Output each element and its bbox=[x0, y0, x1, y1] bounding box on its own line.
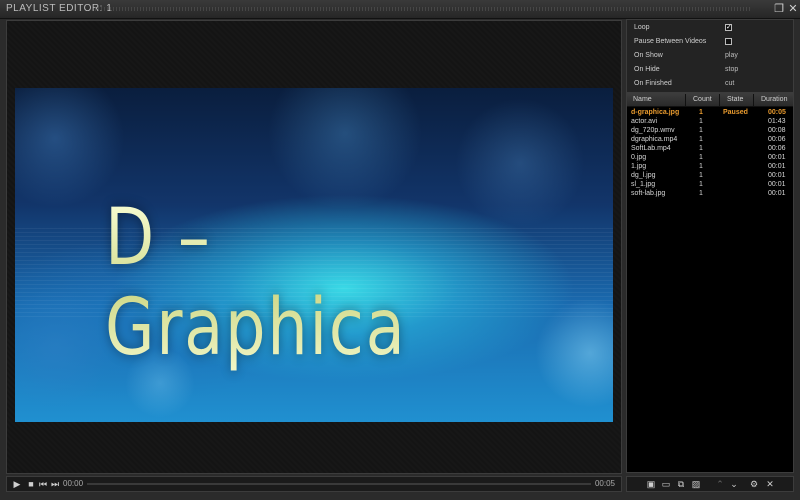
move-up-icon[interactable]: ⌃ bbox=[714, 478, 726, 490]
remove-icon[interactable]: ✕ bbox=[764, 478, 776, 490]
add-clip-icon[interactable]: ▣ bbox=[645, 478, 657, 490]
video-preview: D – Graphica bbox=[15, 88, 613, 422]
playlist-cell-count: 1 bbox=[699, 109, 703, 116]
playlist-cell-name: d-graphica.jpg bbox=[631, 109, 680, 116]
add-image-icon[interactable]: ▨ bbox=[690, 478, 702, 490]
playlist-cell-duration: 01:43 bbox=[768, 118, 786, 125]
playlist-row[interactable]: actor.avi 1 01:43 bbox=[627, 118, 793, 126]
property-label: On Show bbox=[634, 52, 663, 59]
playlist-cell-count: 1 bbox=[699, 172, 703, 179]
property-label: On Hide bbox=[634, 66, 660, 73]
playlist-cell-duration: 00:05 bbox=[768, 109, 786, 116]
property-label: On Finished bbox=[634, 80, 672, 87]
settings-icon[interactable]: ⚙ bbox=[748, 478, 760, 490]
on-finished-value[interactable]: cut bbox=[725, 80, 734, 87]
restore-icon[interactable]: ❐ bbox=[772, 2, 786, 16]
column-count[interactable]: Count bbox=[693, 96, 712, 103]
playlist-cell-duration: 00:01 bbox=[768, 190, 786, 197]
property-on-hide: On Hide stop bbox=[627, 63, 793, 77]
pause-between-checkbox[interactable] bbox=[725, 38, 732, 45]
playlist-cell-count: 1 bbox=[699, 127, 703, 134]
on-show-value[interactable]: play bbox=[725, 52, 738, 59]
column-duration[interactable]: Duration bbox=[761, 96, 787, 103]
playlist-cell-count: 1 bbox=[699, 181, 703, 188]
playlist-cell-count: 1 bbox=[699, 118, 703, 125]
playlist-header: Name Count State Duration bbox=[627, 94, 793, 107]
property-on-finished: On Finished cut bbox=[627, 77, 793, 91]
title-bar: PLAYLIST EDITOR: 1 ❐ ✕ bbox=[0, 0, 800, 19]
playlist-cell-duration: 00:06 bbox=[768, 136, 786, 143]
column-name[interactable]: Name bbox=[633, 96, 652, 103]
playlist-cell-count: 1 bbox=[699, 136, 703, 143]
playlist-cell-name: actor.avi bbox=[631, 118, 658, 125]
playlist-toolbar: ▣ ▭ ⧉ ▨ ⌃ ⌄ ⚙ ✕ bbox=[626, 476, 794, 492]
playlist-row[interactable]: dg_720p.wmv 1 00:08 bbox=[627, 127, 793, 135]
play-icon[interactable]: ▶ bbox=[11, 478, 23, 490]
property-pause-between: Pause Between Videos bbox=[627, 35, 793, 49]
playlist-cell-name: dg_l.jpg bbox=[631, 172, 656, 179]
add-video-icon[interactable]: ▭ bbox=[660, 478, 672, 490]
playlist-cell-name: 0.jpg bbox=[631, 154, 647, 161]
playlist-cell-count: 1 bbox=[699, 145, 703, 152]
playlist-cell-count: 1 bbox=[699, 154, 703, 161]
properties-panel: Loop ✓ Pause Between Videos On Show play… bbox=[626, 19, 794, 93]
playlist-cell-duration: 00:01 bbox=[768, 154, 786, 161]
playlist-row[interactable]: dg_l.jpg 1 00:01 bbox=[627, 172, 793, 180]
property-on-show: On Show play bbox=[627, 49, 793, 63]
playlist-row[interactable]: 1.jpg 1 00:01 bbox=[627, 163, 793, 171]
playlist-cell-duration: 00:01 bbox=[768, 163, 786, 170]
loop-checkbox[interactable]: ✓ bbox=[725, 24, 732, 31]
column-state[interactable]: State bbox=[727, 96, 743, 103]
playlist-row[interactable]: d-graphica.jpg 1 Paused 00:05 bbox=[627, 109, 793, 117]
move-down-icon[interactable]: ⌄ bbox=[728, 478, 740, 490]
next-icon[interactable]: ⏭ bbox=[49, 478, 61, 490]
property-loop: Loop ✓ bbox=[627, 21, 793, 35]
playlist-table: Name Count State Duration d-graphica.jpg… bbox=[626, 93, 794, 473]
playlist-cell-name: SoftLab.mp4 bbox=[631, 145, 671, 152]
playlist-row[interactable]: sl_1.jpg 1 00:01 bbox=[627, 181, 793, 189]
on-hide-value[interactable]: stop bbox=[725, 66, 738, 73]
video-pane: D – Graphica bbox=[6, 20, 622, 474]
playlist-cell-name: dg_720p.wmv bbox=[631, 127, 675, 134]
playlist-cell-duration: 00:01 bbox=[768, 172, 786, 179]
playlist-cell-count: 1 bbox=[699, 163, 703, 170]
add-copy-icon[interactable]: ⧉ bbox=[675, 478, 687, 490]
playlist-cell-duration: 00:08 bbox=[768, 127, 786, 134]
playlist-cell-state: Paused bbox=[723, 109, 748, 116]
playlist-row[interactable]: dgraphica.mp4 1 00:06 bbox=[627, 136, 793, 144]
playlist-cell-name: soft-lab.jpg bbox=[631, 190, 666, 197]
playlist-row[interactable]: 0.jpg 1 00:01 bbox=[627, 154, 793, 162]
time-total: 00:05 bbox=[594, 479, 615, 488]
playlist-cell-count: 1 bbox=[699, 190, 703, 197]
playlist-cell-duration: 00:06 bbox=[768, 145, 786, 152]
time-current: 00:00 bbox=[63, 479, 84, 488]
playlist-cell-name: sl_1.jpg bbox=[631, 181, 656, 188]
stop-icon[interactable]: ■ bbox=[25, 478, 37, 490]
close-icon[interactable]: ✕ bbox=[786, 2, 800, 16]
seek-bar[interactable] bbox=[87, 483, 591, 485]
playlist-cell-name: dgraphica.mp4 bbox=[631, 136, 678, 143]
title-grip[interactable] bbox=[95, 7, 750, 11]
property-label: Pause Between Videos bbox=[634, 38, 707, 45]
transport-bar: ▶ ■ ⏮ ⏭ 00:00 00:05 bbox=[6, 476, 622, 492]
previous-icon[interactable]: ⏮ bbox=[37, 478, 49, 490]
playlist-cell-name: 1.jpg bbox=[631, 163, 647, 170]
playlist-row[interactable]: soft-lab.jpg 1 00:01 bbox=[627, 190, 793, 198]
property-label: Loop bbox=[634, 24, 650, 31]
playlist-cell-duration: 00:01 bbox=[768, 181, 786, 188]
video-title-text: D – Graphica bbox=[105, 193, 522, 373]
playlist-row[interactable]: SoftLab.mp4 1 00:06 bbox=[627, 145, 793, 153]
